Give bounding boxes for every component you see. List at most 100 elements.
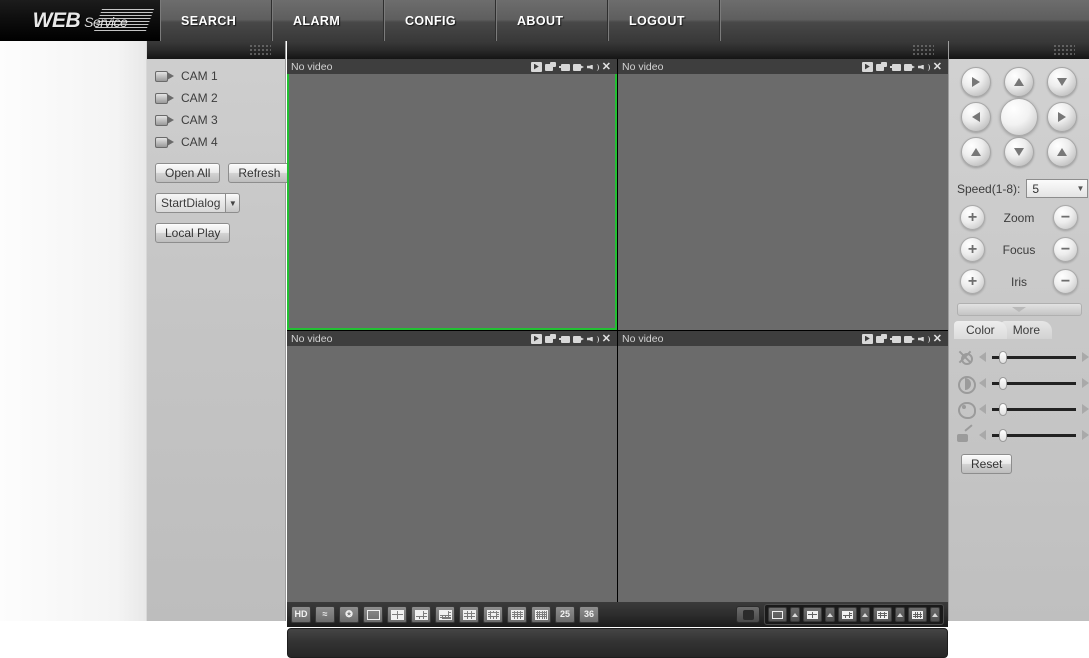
layout-1-expand-icon[interactable] [790,607,800,622]
local-record-icon[interactable] [572,62,584,72]
layout-4-expand-icon[interactable] [825,607,835,622]
fullscreen-button[interactable]: ✪ [339,606,359,623]
saturation-decrease-icon[interactable] [979,404,986,414]
close-icon[interactable]: ✕ [932,333,943,344]
sharpness-increase-icon[interactable] [1082,430,1089,440]
video-cell-1[interactable]: No video ✕ [287,59,617,330]
sharpness-track[interactable] [992,428,1076,442]
open-all-button[interactable]: Open All [155,163,221,183]
sharpness-decrease-icon[interactable] [979,430,986,440]
split-8-button[interactable] [435,606,455,623]
layout-4-button[interactable] [803,607,822,622]
pan-upright-button[interactable] [1046,67,1077,97]
record-icon[interactable] [530,61,542,72]
list-item[interactable]: CAM 1 [153,65,285,87]
split-4-button[interactable] [387,606,407,623]
start-dialog-select[interactable]: StartDialog ▼ [147,183,285,213]
record-icon[interactable] [861,61,873,72]
speed-select[interactable]: 5 ▼ [1026,179,1089,198]
saturation-thumb[interactable] [998,402,1007,416]
audio-icon[interactable] [587,62,599,72]
multi-window-icon[interactable] [875,61,887,72]
video-cell-2[interactable]: No video ✕ [618,59,948,330]
nav-config[interactable]: CONFIG [384,0,496,41]
audio-icon[interactable] [587,334,599,344]
zoom-in-button[interactable]: + [960,205,985,230]
focus-in-button[interactable]: + [960,237,985,262]
local-record-icon[interactable] [903,62,915,72]
audio-icon[interactable] [918,334,930,344]
brightness-track[interactable] [992,350,1076,364]
split-36-button[interactable]: 36 [579,606,599,623]
brightness-thumb[interactable] [998,350,1007,364]
record-icon[interactable] [530,333,542,344]
brightness-increase-icon[interactable] [1082,352,1089,362]
pan-up-button[interactable] [1003,67,1034,97]
video-drag-handle[interactable] [287,41,948,59]
ptz-drag-handle[interactable] [949,41,1089,59]
layout-16-button[interactable] [908,607,927,622]
snapshot-icon[interactable] [558,62,570,72]
split-13-button[interactable] [483,606,503,623]
contrast-decrease-icon[interactable] [979,378,986,388]
layout-9-expand-icon[interactable] [895,607,905,622]
contrast-track[interactable] [992,376,1076,390]
split-9-button[interactable] [459,606,479,623]
nav-logout[interactable]: LOGOUT [608,0,720,41]
snapshot-icon[interactable] [889,62,901,72]
pan-down-button[interactable] [1003,137,1034,167]
nav-search[interactable]: SEARCH [160,0,272,41]
sharpness-thumb[interactable] [998,428,1007,442]
list-item[interactable]: CAM 4 [153,131,285,153]
split-1-button[interactable] [363,606,383,623]
list-item[interactable]: CAM 3 [153,109,285,131]
pan-right-button[interactable] [1046,102,1077,132]
multi-window-icon[interactable] [875,333,887,344]
chevron-down-icon[interactable]: ▼ [225,193,241,213]
layout-1-button[interactable] [768,607,787,622]
split-16-button[interactable] [507,606,527,623]
sidebar-drag-handle[interactable] [147,41,285,59]
multi-window-icon[interactable] [544,61,556,72]
local-record-icon[interactable] [572,334,584,344]
layout-6-button[interactable] [838,607,857,622]
pan-left-button[interactable] [961,102,992,132]
layout-16-expand-icon[interactable] [930,607,940,622]
tab-color[interactable]: Color [954,321,1007,339]
pan-downleft-button[interactable] [961,137,992,167]
list-item[interactable]: CAM 2 [153,87,285,109]
split-25-button[interactable]: 25 [555,606,575,623]
pan-downright-button[interactable] [1046,137,1077,167]
fluency-button[interactable]: ≈ [315,606,335,623]
iris-open-button[interactable]: + [960,269,985,294]
split-20-button[interactable] [531,606,551,623]
record-icon[interactable] [861,333,873,344]
multi-window-icon[interactable] [544,333,556,344]
brightness-decrease-icon[interactable] [979,352,986,362]
close-icon[interactable]: ✕ [601,333,612,344]
contrast-thumb[interactable] [998,376,1007,390]
hd-quality-button[interactable]: HD [291,606,311,623]
pan-center-button[interactable] [999,98,1038,136]
pan-upleft-button[interactable] [961,67,992,97]
saturation-increase-icon[interactable] [1082,404,1089,414]
video-cell-4[interactable]: No video ✕ [618,331,948,602]
audio-icon[interactable] [918,62,930,72]
iris-close-button[interactable]: − [1053,269,1078,294]
focus-out-button[interactable]: − [1053,237,1078,262]
nav-about[interactable]: ABOUT [496,0,608,41]
close-icon[interactable]: ✕ [601,61,612,72]
reset-button[interactable]: Reset [961,454,1013,474]
stop-all-button[interactable] [736,606,760,623]
nav-alarm[interactable]: ALARM [272,0,384,41]
contrast-increase-icon[interactable] [1082,378,1089,388]
refresh-button[interactable]: Refresh [228,163,291,183]
layout-9-button[interactable] [873,607,892,622]
video-cell-3[interactable]: No video ✕ [287,331,617,602]
split-6-button[interactable] [411,606,431,623]
local-record-icon[interactable] [903,334,915,344]
zoom-out-button[interactable]: − [1053,205,1078,230]
close-icon[interactable]: ✕ [932,61,943,72]
ptz-collapse-toggle[interactable] [956,303,1082,316]
snapshot-icon[interactable] [558,334,570,344]
